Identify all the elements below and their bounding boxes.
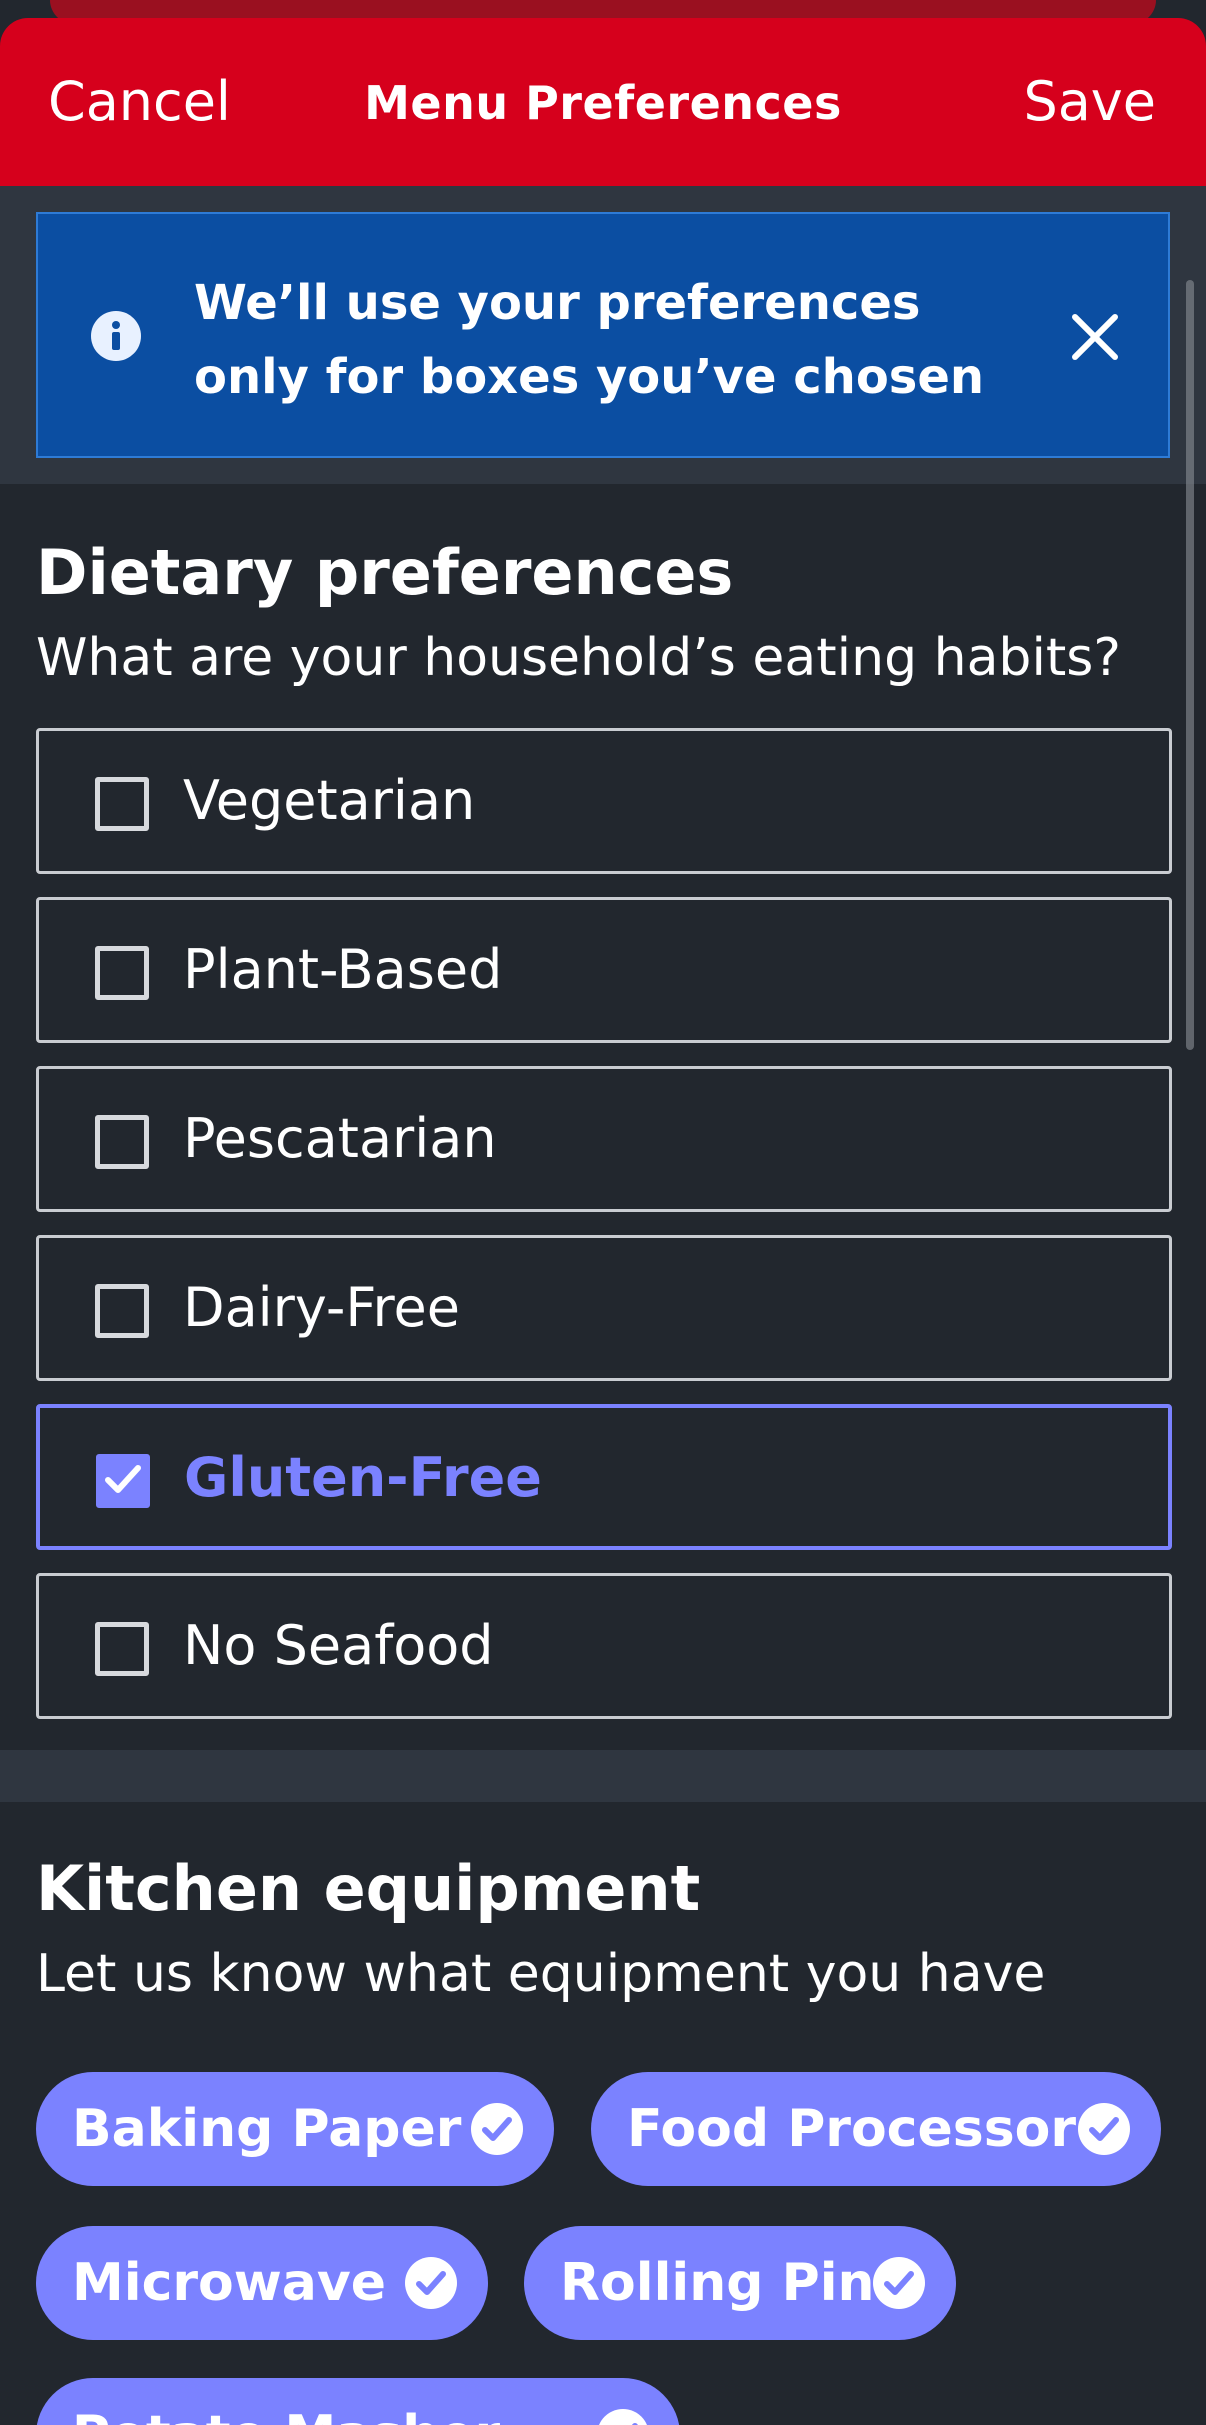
equipment-chip-label: Rolling Pin (560, 2253, 875, 2313)
dietary-option-dairy-free[interactable]: Dairy-Free (36, 1235, 1172, 1381)
dietary-section-subtitle: What are your household’s eating habits? (36, 628, 1121, 688)
checkbox[interactable] (95, 777, 149, 831)
checkbox[interactable] (95, 1622, 149, 1676)
check-circle-icon (873, 2257, 925, 2309)
header-bar: Cancel Menu Preferences Save (0, 18, 1206, 186)
equipment-chip-rolling-pin[interactable]: Rolling Pin (524, 2226, 956, 2340)
close-icon[interactable] (1060, 302, 1130, 372)
equipment-chip-baking-paper[interactable]: Baking Paper (36, 2072, 554, 2186)
banner-area: We’ll use your preferences only for boxe… (0, 186, 1206, 484)
equipment-chip-potato-masher[interactable]: Potato Masher (36, 2378, 680, 2425)
banner-line-2: only for boxes you’ve chosen (194, 349, 985, 405)
info-icon (91, 311, 141, 361)
kitchen-section-subtitle: Let us know what equipment you have (36, 1944, 1046, 2004)
checkbox[interactable] (95, 1284, 149, 1338)
equipment-chip-food-processor[interactable]: Food Processor (591, 2072, 1161, 2186)
dietary-option-plant-based[interactable]: Plant-Based (36, 897, 1172, 1043)
dietary-option-label: Gluten-Free (184, 1446, 542, 1509)
dietary-option-pescatarian[interactable]: Pescatarian (36, 1066, 1172, 1212)
kitchen-section-title: Kitchen equipment (36, 1852, 701, 1925)
equipment-chip-microwave[interactable]: Microwave (36, 2226, 488, 2340)
scrollbar[interactable] (1186, 280, 1194, 1050)
dietary-option-label: Dairy-Free (183, 1276, 460, 1339)
dietary-section-title: Dietary preferences (36, 536, 734, 609)
equipment-chip-label: Baking Paper (72, 2099, 462, 2159)
check-circle-icon (1078, 2103, 1130, 2155)
dietary-option-label: No Seafood (183, 1614, 494, 1677)
section-divider (0, 1750, 1206, 1802)
dietary-option-label: Pescatarian (183, 1107, 497, 1170)
checkbox[interactable] (95, 946, 149, 1000)
dietary-option-no-seafood[interactable]: No Seafood (36, 1573, 1172, 1719)
dietary-options-list: Vegetarian Plant-Based Pescatarian Dairy-Fr… (36, 728, 1172, 1742)
check-circle-icon (599, 2409, 647, 2425)
equipment-chip-label: Potato Masher (72, 2405, 500, 2425)
equipment-chip-label: Microwave (72, 2253, 387, 2313)
menu-preferences-screen: Cancel Menu Preferences Save We’ll use y… (0, 0, 1206, 2425)
check-circle-icon (405, 2257, 457, 2309)
checkmark-icon (105, 1465, 141, 1493)
banner-message: We’ll use your preferences only for boxe… (194, 266, 1054, 414)
dietary-option-label: Plant-Based (183, 938, 503, 1001)
equipment-chip-label: Food Processor (627, 2099, 1077, 2159)
dietary-option-vegetarian[interactable]: Vegetarian (36, 728, 1172, 874)
save-button[interactable]: Save (1023, 70, 1156, 133)
dietary-option-label: Vegetarian (183, 769, 476, 832)
checkbox-checked[interactable] (96, 1454, 150, 1508)
check-circle-icon (471, 2103, 523, 2155)
banner-line-1: We’ll use your preferences (194, 275, 921, 331)
info-banner: We’ll use your preferences only for boxe… (36, 212, 1170, 458)
checkbox[interactable] (95, 1115, 149, 1169)
dietary-option-gluten-free[interactable]: Gluten-Free (36, 1404, 1172, 1550)
